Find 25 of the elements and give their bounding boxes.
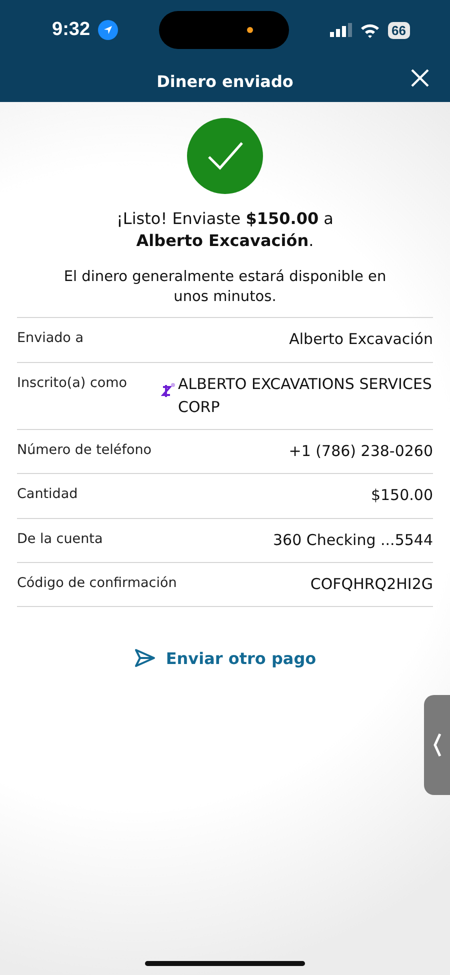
camera-dot-icon <box>246 27 253 33</box>
location-icon <box>98 20 118 40</box>
detail-value: Alberto Excavación <box>289 329 433 350</box>
detail-label: De la cuenta <box>17 530 103 547</box>
detail-label: Cantidad <box>17 485 78 502</box>
send-another-payment-link[interactable]: Enviar otro pago <box>128 647 322 670</box>
send-icon <box>134 648 156 668</box>
signal-icon <box>330 23 352 37</box>
success-message: ¡Listo! Enviaste $150.00 a Alberto Excavación. <box>116 208 334 252</box>
detail-label: Número de teléfono <box>17 441 152 458</box>
detail-value: 360 Checking ...5544 <box>273 530 433 551</box>
detail-label: Enviado a <box>17 329 84 346</box>
battery-level: 66 <box>388 22 410 38</box>
detail-value: +1 (786) 238-0260 <box>288 441 433 462</box>
detail-label: Inscrito(a) como <box>17 374 128 391</box>
status-time: 9:32 <box>52 19 90 41</box>
detail-value: $150.00 <box>370 485 433 506</box>
side-handle[interactable] <box>424 695 450 795</box>
wifi-icon <box>360 22 380 38</box>
detail-value: ALBERTO EXCAVATIONS SERVICES CORP <box>178 374 433 418</box>
detail-value: COFQHRQ2HI2G <box>310 574 433 595</box>
check-icon <box>187 118 263 194</box>
detail-label: Código de confirmación <box>17 574 177 591</box>
availability-note: El dinero generalmente estará disponible en unos minutos. <box>62 268 388 308</box>
screen-title: Dinero enviado <box>156 72 294 90</box>
